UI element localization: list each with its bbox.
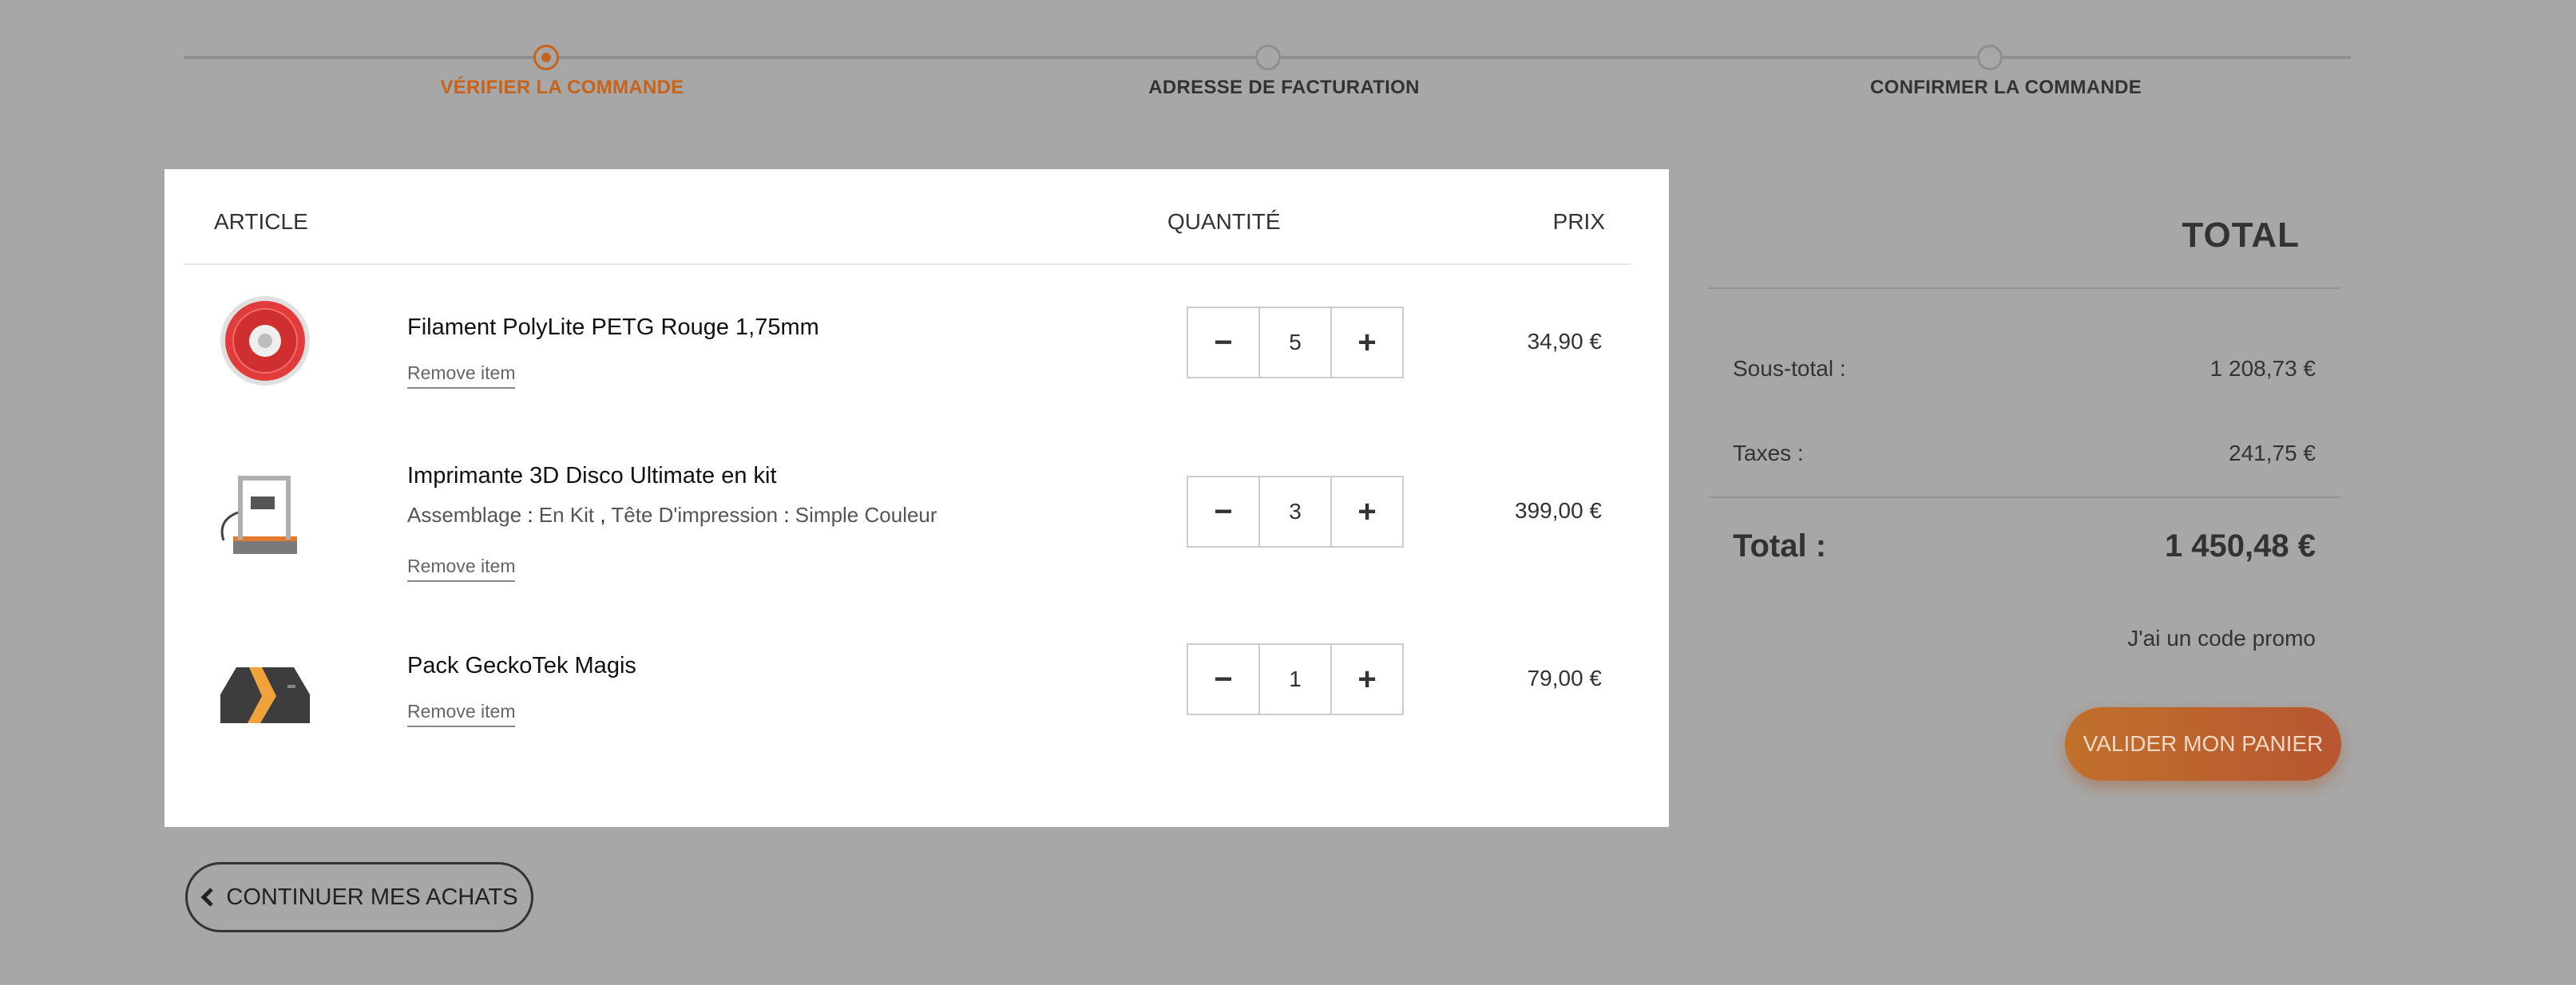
quantity-value[interactable]: 3 [1258,477,1332,546]
subtotal-value: 1 208,73 € [2209,356,2316,381]
remove-item-link[interactable]: Remove item [407,701,516,727]
cart-header: ARTICLE QUANTITÉ PRIX [184,169,1631,265]
step-3-dot [1977,45,2003,70]
header-quantity: QUANTITÉ [1167,209,1281,234]
total-heading: TOTAL [2182,216,2300,255]
increase-quantity-button[interactable]: + [1332,645,1402,714]
option-value: Simple Couleur [795,503,937,527]
divider [1709,496,2340,498]
tax-value: 241,75 € [2229,441,2316,465]
validate-cart-button[interactable]: VALIDER MON PANIER [2065,707,2341,781]
filament-spool-image [220,296,310,386]
quantity-stepper: − 5 + [1187,307,1404,378]
option-label: Tête D'impression [611,503,779,527]
item-name[interactable]: Pack GeckoTek Magis [407,653,636,679]
remove-item-link[interactable]: Remove item [407,362,516,389]
subtotal-label: Sous-total : [1733,356,1846,381]
step-1-dot [533,45,559,70]
promo-code-link[interactable]: J'ai un code promo [1733,626,2316,651]
subtotal-row: Sous-total : 1 208,73 € [1733,356,2316,382]
continue-shopping-button[interactable]: CONTINUER MES ACHATS [185,862,533,932]
item-name[interactable]: Filament PolyLite PETG Rouge 1,75mm [407,314,819,341]
decrease-quantity-button[interactable]: − [1188,477,1258,546]
item-price: 34,90 € [1527,329,1602,354]
quantity-stepper: − 3 + [1187,476,1404,548]
quantity-value[interactable]: 1 [1258,645,1332,714]
cart-row: Pack GeckoTek Magis Remove item − 1 + 79… [164,640,1669,744]
step-3-label[interactable]: CONFIRMER LA COMMANDE [1726,77,2285,99]
increase-quantity-button[interactable]: + [1332,308,1402,377]
cart-row: Filament PolyLite PETG Rouge 1,75mm Remo… [164,289,1669,393]
step-1-label[interactable]: VÉRIFIER LA COMMANDE [283,77,842,99]
gecko-pack-image [220,667,310,723]
step-2-dot [1255,45,1281,70]
option-value: En Kit [538,503,595,527]
cart-row: Imprimante 3D Disco Ultimate en kit Asse… [164,457,1669,582]
cart-panel: ARTICLE QUANTITÉ PRIX Filament PolyLite … [164,169,1669,827]
option-label: Assemblage [407,503,522,527]
grand-total-row: Total : 1 450,48 € [1733,528,2316,564]
item-options: Assemblage : En Kit , Tête D'impression … [407,503,937,527]
item-price: 399,00 € [1515,498,1602,523]
continue-shopping-label: CONTINUER MES ACHATS [226,884,518,910]
quantity-value[interactable]: 5 [1258,308,1332,377]
increase-quantity-button[interactable]: + [1332,477,1402,546]
item-price: 79,00 € [1527,666,1602,690]
header-price: PRIX [1552,209,1605,234]
tax-label: Taxes : [1733,441,1804,465]
quantity-stepper: − 1 + [1187,643,1404,715]
remove-item-link[interactable]: Remove item [407,556,516,582]
total-label: Total : [1733,528,1827,564]
header-article: ARTICLE [214,209,308,234]
item-name[interactable]: Imprimante 3D Disco Ultimate en kit [407,463,777,489]
chevron-left-icon [200,888,214,907]
divider [1709,287,2340,289]
decrease-quantity-button[interactable]: − [1188,308,1258,377]
tax-row: Taxes : 241,75 € [1733,441,2316,466]
total-value: 1 450,48 € [2164,528,2316,564]
decrease-quantity-button[interactable]: − [1188,645,1258,714]
3d-printer-image [220,476,297,554]
step-2-label[interactable]: ADRESSE DE FACTURATION [1005,77,1563,99]
checkout-page: VÉRIFIER LA COMMANDE ADRESSE DE FACTURAT… [0,0,2576,985]
